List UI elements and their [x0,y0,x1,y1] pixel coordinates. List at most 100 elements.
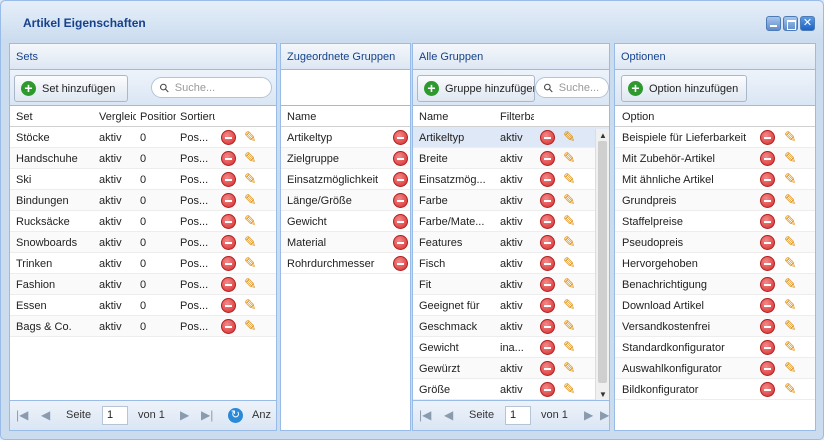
edit-pencil-icon[interactable]: ✎ [563,297,579,314]
close-icon[interactable]: ✕ [800,16,815,31]
delete-icon[interactable] [540,151,555,166]
table-row[interactable]: Rohrdurchmesser [281,253,410,274]
prev-page-icon[interactable]: ◀ [41,408,50,422]
table-row[interactable]: Gewicht [281,211,410,232]
delete-icon[interactable] [760,193,775,208]
table-row[interactable]: Artikeltyp aktiv ✎ [413,127,609,148]
edit-pencil-icon[interactable]: ✎ [563,192,579,209]
table-row[interactable]: Länge/Größe [281,190,410,211]
edit-pencil-icon[interactable]: ✎ [784,360,800,377]
delete-icon[interactable] [221,193,236,208]
table-row[interactable]: Geschmack aktiv ✎ [413,316,609,337]
edit-pencil-icon[interactable]: ✎ [563,234,579,251]
edit-pencil-icon[interactable]: ✎ [244,150,260,167]
column-sortierung[interactable]: Sortierung [180,111,215,123]
scrollbar-thumb[interactable] [598,141,607,383]
edit-pencil-icon[interactable]: ✎ [784,297,800,314]
table-row[interactable]: Zielgruppe [281,148,410,169]
table-row[interactable]: Staffelpreise ✎ [615,211,815,232]
add-group-button[interactable]: + Gruppe hinzufügen [417,75,535,102]
table-row[interactable]: Einsatzmöglichkeit [281,169,410,190]
window-titlebar[interactable]: Artikel Eigenschaften ✕ [1,1,823,41]
groups-search-input[interactable]: ⚲ Suche... [535,77,609,98]
table-row[interactable]: Fisch aktiv ✎ [413,253,609,274]
delete-icon[interactable] [221,214,236,229]
delete-icon[interactable] [393,256,408,271]
table-row[interactable]: Stöcke aktiv 0 Pos... ✎ [10,127,276,148]
last-page-icon[interactable]: ▶ [600,408,609,422]
delete-icon[interactable] [760,298,775,313]
last-page-icon[interactable]: ▶| [201,408,213,422]
delete-icon[interactable] [760,361,775,376]
maximize-icon[interactable] [783,16,798,31]
delete-icon[interactable] [760,235,775,250]
delete-icon[interactable] [760,256,775,271]
scroll-up-icon[interactable]: ▲ [599,131,607,140]
delete-icon[interactable] [540,319,555,334]
delete-icon[interactable] [221,151,236,166]
page-number-input[interactable]: 1 [505,406,531,425]
scroll-down-icon[interactable]: ▼ [599,390,607,399]
table-row[interactable]: Ski aktiv 0 Pos... ✎ [10,169,276,190]
delete-icon[interactable] [760,172,775,187]
column-name[interactable]: Name [287,111,316,123]
table-row[interactable]: Handschuhe aktiv 0 Pos... ✎ [10,148,276,169]
delete-icon[interactable] [540,172,555,187]
table-row[interactable]: Mit ähnliche Artikel ✎ [615,169,815,190]
delete-icon[interactable] [760,382,775,397]
delete-icon[interactable] [760,277,775,292]
add-set-button[interactable]: + Set hinzufügen [14,75,128,102]
delete-icon[interactable] [760,319,775,334]
column-name[interactable]: Name [419,111,495,123]
delete-icon[interactable] [760,130,775,145]
edit-pencil-icon[interactable]: ✎ [244,192,260,209]
edit-pencil-icon[interactable]: ✎ [244,276,260,293]
first-page-icon[interactable]: |◀ [419,408,431,422]
edit-pencil-icon[interactable]: ✎ [244,255,260,272]
delete-icon[interactable] [393,151,408,166]
table-row[interactable]: Pseudopreis ✎ [615,232,815,253]
edit-pencil-icon[interactable]: ✎ [563,171,579,188]
delete-icon[interactable] [760,340,775,355]
delete-icon[interactable] [221,130,236,145]
edit-pencil-icon[interactable]: ✎ [784,381,800,398]
table-row[interactable]: Gewicht ina... ✎ [413,337,609,358]
delete-icon[interactable] [393,235,408,250]
delete-icon[interactable] [540,130,555,145]
sets-search-input[interactable]: ⚲ Suche... [151,77,272,98]
minimize-icon[interactable] [766,16,781,31]
next-page-icon[interactable]: ▶ [180,408,189,422]
edit-pencil-icon[interactable]: ✎ [244,213,260,230]
delete-icon[interactable] [221,319,236,334]
edit-pencil-icon[interactable]: ✎ [784,171,800,188]
edit-pencil-icon[interactable]: ✎ [563,318,579,335]
edit-pencil-icon[interactable]: ✎ [784,276,800,293]
delete-icon[interactable] [393,214,408,229]
edit-pencil-icon[interactable]: ✎ [784,318,800,335]
edit-pencil-icon[interactable]: ✎ [784,339,800,356]
table-row[interactable]: Hervorgehoben ✎ [615,253,815,274]
delete-icon[interactable] [221,172,236,187]
edit-pencil-icon[interactable]: ✎ [784,234,800,251]
table-row[interactable]: Bags & Co. aktiv 0 Pos... ✎ [10,316,276,337]
table-row[interactable]: Standardkonfigurator ✎ [615,337,815,358]
refresh-icon[interactable]: ↻ [228,408,243,423]
delete-icon[interactable] [540,193,555,208]
table-row[interactable]: Fashion aktiv 0 Pos... ✎ [10,274,276,295]
table-row[interactable]: Gewürzt aktiv ✎ [413,358,609,379]
edit-pencil-icon[interactable]: ✎ [563,255,579,272]
table-row[interactable]: Bindungen aktiv 0 Pos... ✎ [10,190,276,211]
next-page-icon[interactable]: ▶ [584,408,593,422]
edit-pencil-icon[interactable]: ✎ [244,318,260,335]
delete-icon[interactable] [760,151,775,166]
edit-pencil-icon[interactable]: ✎ [244,171,260,188]
delete-icon[interactable] [221,256,236,271]
delete-icon[interactable] [540,298,555,313]
table-row[interactable]: Benachrichtigung ✎ [615,274,815,295]
edit-pencil-icon[interactable]: ✎ [784,213,800,230]
table-row[interactable]: Material [281,232,410,253]
edit-pencil-icon[interactable]: ✎ [563,150,579,167]
edit-pencil-icon[interactable]: ✎ [563,213,579,230]
table-row[interactable]: Essen aktiv 0 Pos... ✎ [10,295,276,316]
edit-pencil-icon[interactable]: ✎ [563,129,579,146]
